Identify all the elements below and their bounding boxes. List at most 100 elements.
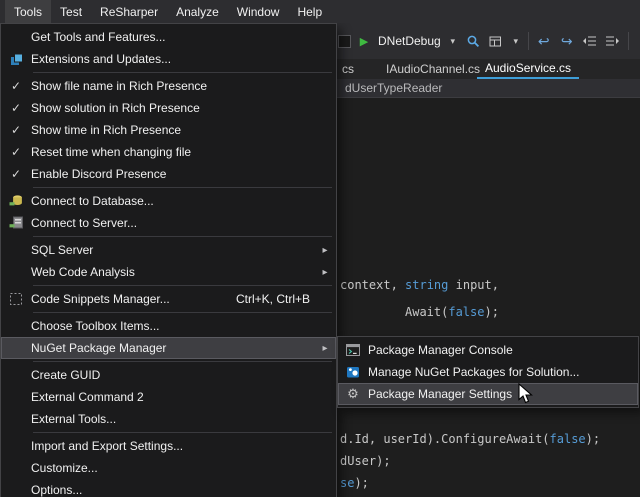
menu-item-get-tools-and-features[interactable]: Get Tools and Features... xyxy=(1,26,336,48)
check-icon: ✓ xyxy=(1,101,31,115)
menu-item-label: External Tools... xyxy=(31,412,334,426)
menu-item-label: Enable Discord Presence xyxy=(31,167,334,181)
menu-item-label: Show file name in Rich Presence xyxy=(31,79,334,93)
menu-item-package-manager-settings[interactable]: ⚙ Package Manager Settings xyxy=(338,383,638,405)
window-layout-icon[interactable] xyxy=(488,33,504,49)
menubar-item-help[interactable]: Help xyxy=(288,0,331,23)
menu-separator xyxy=(33,312,332,313)
menu-item-code-snippets-manager[interactable]: Code Snippets Manager... Ctrl+K, Ctrl+B xyxy=(1,288,336,310)
menu-item-label: Show solution in Rich Presence xyxy=(31,101,334,115)
nuget-package-icon xyxy=(338,365,368,379)
menu-separator xyxy=(33,432,332,433)
menu-separator xyxy=(33,285,332,286)
toolbar-separator xyxy=(528,32,529,50)
toolbar-separator xyxy=(628,32,629,50)
menu-separator xyxy=(33,187,332,188)
find-icon[interactable] xyxy=(465,33,481,49)
menu-item-label: Import and Export Settings... xyxy=(31,439,334,453)
menubar-item-analyze[interactable]: Analyze xyxy=(167,0,228,23)
menu-item-enable-discord-presence[interactable]: ✓ Enable Discord Presence xyxy=(1,163,336,185)
menubar-item-test[interactable]: Test xyxy=(51,0,91,23)
menu-item-create-guid[interactable]: Create GUID xyxy=(1,364,336,386)
tab-partial[interactable]: cs xyxy=(334,59,362,79)
start-debug-icon[interactable]: ▶ xyxy=(358,33,370,49)
build-status-icon[interactable] xyxy=(338,35,351,48)
menubar-item-window[interactable]: Window xyxy=(228,0,289,23)
submenu-arrow-icon: ▸ xyxy=(316,343,334,354)
menu-item-extensions-and-updates[interactable]: Extensions and Updates... xyxy=(1,48,336,70)
check-icon: ✓ xyxy=(1,167,31,181)
menu-item-web-code-analysis[interactable]: Web Code Analysis ▸ xyxy=(1,261,336,283)
mouse-cursor xyxy=(518,383,534,408)
menu-item-choose-toolbox-items[interactable]: Choose Toolbox Items... xyxy=(1,315,336,337)
tab-label: AudioService.cs xyxy=(485,61,571,75)
check-icon: ✓ xyxy=(1,79,31,93)
menu-separator xyxy=(33,236,332,237)
menu-item-import-and-export-settings[interactable]: Import and Export Settings... xyxy=(1,435,336,457)
window-layout-caret-icon[interactable]: ▾ xyxy=(511,33,521,49)
bookmark-icon[interactable]: ⚑ xyxy=(636,33,640,49)
code-line: d.Id, userId).ConfigureAwait(false); xyxy=(340,432,600,446)
menu-item-options[interactable]: Options... xyxy=(1,479,336,497)
indent-decrease-icon[interactable] xyxy=(582,33,598,49)
check-icon: ✓ xyxy=(1,123,31,137)
menu-item-label: Choose Toolbox Items... xyxy=(31,319,334,333)
menu-item-connect-to-database[interactable]: Connect to Database... xyxy=(1,190,336,212)
menu-item-label: Reset time when changing file xyxy=(31,145,334,159)
menu-item-external-tools[interactable]: External Tools... xyxy=(1,408,336,430)
menu-item-label: Manage NuGet Packages for Solution... xyxy=(368,365,636,379)
submenu-arrow-icon: ▸ xyxy=(316,267,334,278)
code-snippets-icon xyxy=(1,292,31,306)
code-line: dUser); xyxy=(340,454,391,468)
menu-item-label: Create GUID xyxy=(31,368,334,382)
menu-item-show-file-name-in-rich-presence[interactable]: ✓ Show file name in Rich Presence xyxy=(1,75,336,97)
tab-iaudiochannel[interactable]: IAudioChannel.cs xyxy=(378,59,488,79)
menu-item-label: External Command 2 xyxy=(31,390,334,404)
menu-item-label: Options... xyxy=(31,483,334,497)
menu-item-manage-nuget-packages-for-solution[interactable]: Manage NuGet Packages for Solution... xyxy=(338,361,638,383)
menu-item-label: NuGet Package Manager xyxy=(31,341,316,355)
menu-item-connect-to-server[interactable]: Connect to Server... xyxy=(1,212,336,234)
code-line: context, string input, xyxy=(340,278,499,292)
indent-increase-icon[interactable] xyxy=(605,33,621,49)
navigate-backward-icon[interactable]: ↩ xyxy=(536,33,552,49)
menu-item-show-time-in-rich-presence[interactable]: ✓ Show time in Rich Presence xyxy=(1,119,336,141)
console-icon xyxy=(338,343,368,357)
menu-item-customize[interactable]: Customize... xyxy=(1,457,336,479)
menu-item-label: Connect to Database... xyxy=(31,194,334,208)
menu-item-shortcut: Ctrl+K, Ctrl+B xyxy=(236,292,310,306)
menu-item-label: Code Snippets Manager... xyxy=(31,292,236,306)
database-connect-icon xyxy=(1,194,31,208)
run-profile-caret-icon[interactable]: ▾ xyxy=(448,33,458,49)
menu-separator xyxy=(33,361,332,362)
extensions-icon xyxy=(1,53,31,66)
menubar: Tools Test ReSharper Analyze Window Help xyxy=(0,0,640,23)
navigate-forward-icon[interactable]: ↪ xyxy=(559,33,575,49)
code-line: Await(false); xyxy=(405,305,499,319)
menu-item-label: Connect to Server... xyxy=(31,216,334,230)
menu-item-reset-time-when-changing-file[interactable]: ✓ Reset time when changing file xyxy=(1,141,336,163)
menu-item-nuget-package-manager[interactable]: NuGet Package Manager ▸ xyxy=(1,337,336,359)
member-dropdown[interactable]: dUserTypeReader xyxy=(345,81,442,95)
tab-label: IAudioChannel.cs xyxy=(386,62,480,76)
menubar-item-resharper[interactable]: ReSharper xyxy=(91,0,167,23)
menu-item-show-solution-in-rich-presence[interactable]: ✓ Show solution in Rich Presence xyxy=(1,97,336,119)
menu-item-label: Package Manager Console xyxy=(368,343,636,357)
check-icon: ✓ xyxy=(1,145,31,159)
menu-item-sql-server[interactable]: SQL Server ▸ xyxy=(1,239,336,261)
code-line: se); xyxy=(340,476,369,490)
run-profile-label[interactable]: DNetDebug xyxy=(378,34,441,48)
menu-item-label: Customize... xyxy=(31,461,334,475)
server-connect-icon xyxy=(1,216,31,230)
vs-ide-window: ▶ DNetDebug ▾ ▾ ↩ ↪ ⚑ ≡ ▾ xyxy=(0,0,640,497)
menu-item-external-command-2[interactable]: External Command 2 xyxy=(1,386,336,408)
tab-audioservice[interactable]: AudioService.cs xyxy=(477,59,579,79)
menu-item-package-manager-console[interactable]: Package Manager Console xyxy=(338,339,638,361)
menu-item-label: Package Manager Settings xyxy=(368,387,636,401)
tools-menu-dropdown: Get Tools and Features... Extensions and… xyxy=(0,23,337,497)
menubar-item-tools[interactable]: Tools xyxy=(5,0,51,23)
submenu-arrow-icon: ▸ xyxy=(316,245,334,256)
menu-item-label: Extensions and Updates... xyxy=(31,52,334,66)
gear-icon: ⚙ xyxy=(338,386,368,402)
menu-item-label: Web Code Analysis xyxy=(31,265,316,279)
